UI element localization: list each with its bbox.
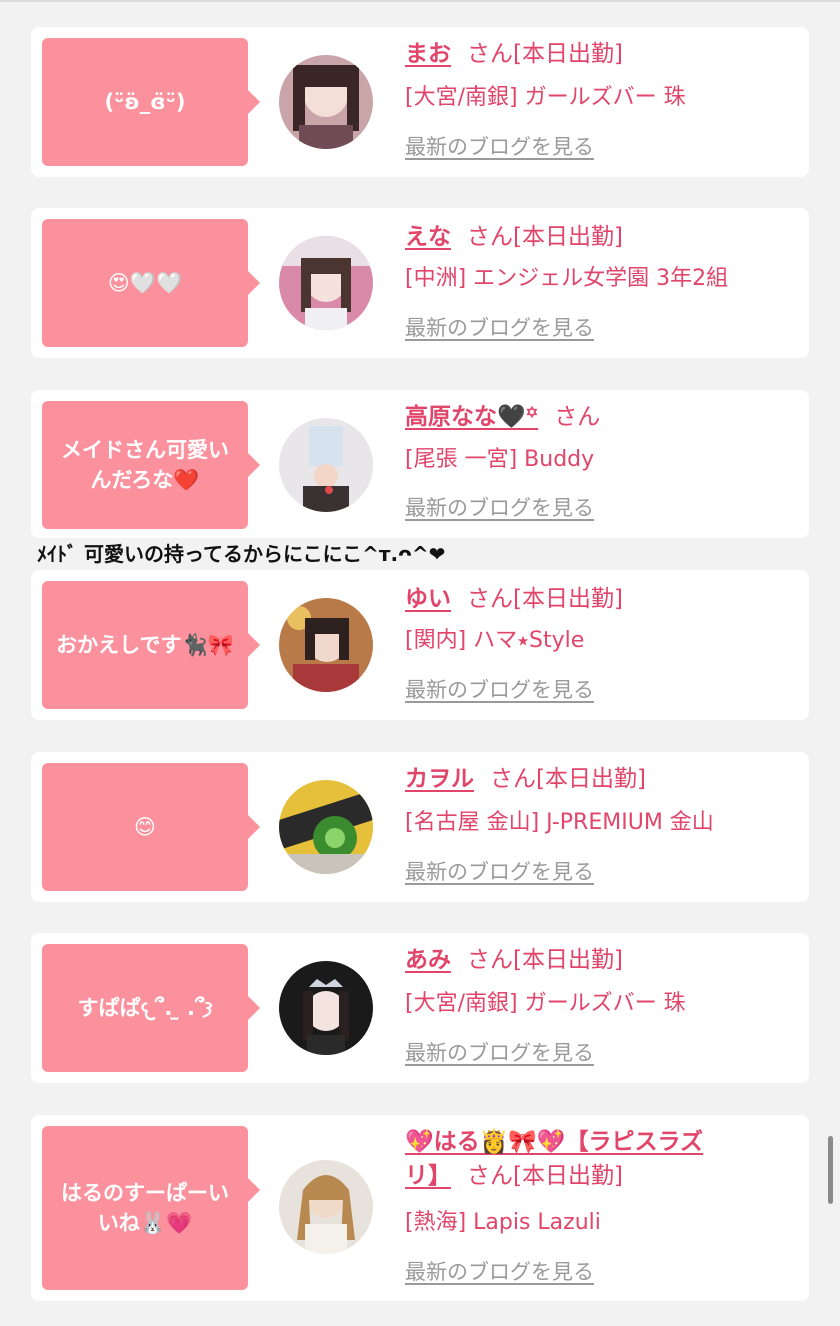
blog-link[interactable]: 最新のブログを見る [405,1038,594,1068]
avatar[interactable] [279,55,373,149]
cast-name-link[interactable]: まお [405,41,451,67]
shop-name: [大宮/南銀] ガールズバー 珠 [405,991,686,1016]
cast-status: さん [554,404,601,430]
blog-link[interactable]: 最新のブログを見る [405,675,594,705]
shop-name: [熱海] Lapis Lazuli [405,1210,601,1235]
cast-status: さん[本日出勤] [467,41,623,67]
message-bubble: おかえしです🐈‍⬛🎀 [42,581,260,709]
list-item[interactable]: 😊 カヲル さん[本日出勤] [名古屋 金山] J-PREMIUM 金山 最新のブ… [31,752,809,902]
blog-link[interactable]: 最新のブログを見る [405,132,594,162]
cast-name-link[interactable]: えな [405,224,451,250]
message-bubble: はるのすーぱーいいね🐰💗 [42,1126,260,1290]
list-item[interactable]: メイドさん可愛いんだろな❤️ 高原なな🖤꙳ さん [尾張 一宮] Buddy 最新… [31,390,809,538]
scrollbar[interactable] [828,1136,833,1204]
caption-overlay: ﾒｲﾄﾞ 可愛いの持ってるからにこにこ^ᴛ.ᴖ^❤ [37,542,446,566]
message-bubble: メイドさん可愛いんだろな❤️ [42,401,260,529]
shop-name: [名古屋 金山] J-PREMIUM 金山 [405,810,714,835]
message-bubble: 😍🤍🤍 [42,219,260,347]
cast-name-link[interactable]: 高原なな🖤꙳ [405,404,538,430]
avatar[interactable] [279,236,373,330]
cast-status: さん[本日出勤] [467,1163,623,1189]
cast-name-link[interactable]: カヲル [405,766,474,792]
avatar[interactable] [279,780,373,874]
blog-link[interactable]: 最新のブログを見る [405,313,594,343]
cast-name-link[interactable]: あみ [405,947,451,973]
avatar[interactable] [279,598,373,692]
shop-name: [大宮/南銀] ガールズバー 珠 [405,85,686,110]
cast-status: さん[本日出勤] [467,947,623,973]
shop-name: [中洲] エンジェル女学園 3年2組 [405,266,729,291]
message-bubble: (ᵕ̈ʚ̈_ɞ̈ᵕ̈) [42,38,260,166]
cast-name-link-cont[interactable]: リ】 [405,1163,451,1189]
top-divider [0,0,840,2]
list-item[interactable]: おかえしです🐈‍⬛🎀 ゆい さん[本日出勤] [関内] ハマ⭑Style 最新のブ… [31,570,809,720]
message-bubble: 😊 [42,763,260,891]
list-item[interactable]: はるのすーぱーいいね🐰💗 💖はる👸🎀💖【ラピスラズ リ】 さん[本日出勤] [熱海… [31,1115,809,1301]
cast-status: さん[本日出勤] [467,586,623,612]
shop-name: [尾張 一宮] Buddy [405,447,595,472]
cast-status: さん[本日出勤] [467,224,623,250]
shop-name: [関内] ハマ⭑Style [405,628,585,653]
list-item[interactable]: すぱぱ𐔌՞. ̫ .՞𐦯 あみ さん[本日出勤] [大宮/南銀] ガールズバー 珠… [31,933,809,1083]
list-item[interactable]: (ᵕ̈ʚ̈_ɞ̈ᵕ̈) まお さん[本日出勤] [大宮/南銀] ガールズバー 珠 … [31,27,809,177]
blog-link[interactable]: 最新のブログを見る [405,1257,594,1287]
list-item[interactable]: 😍🤍🤍 えな さん[本日出勤] [中洲] エンジェル女学園 3年2組 最新のブログ… [31,208,809,358]
cast-status: さん[本日出勤] [490,766,646,792]
cast-name-link[interactable]: 💖はる👸🎀💖【ラピスラズ [405,1129,703,1155]
avatar[interactable] [279,1160,373,1254]
avatar[interactable] [279,418,373,512]
blog-link[interactable]: 最新のブログを見る [405,857,594,887]
cast-name-link[interactable]: ゆい [405,586,451,612]
message-bubble: すぱぱ𐔌՞. ̫ .՞𐦯 [42,944,260,1072]
avatar[interactable] [279,961,373,1055]
blog-link[interactable]: 最新のブログを見る [405,493,594,523]
